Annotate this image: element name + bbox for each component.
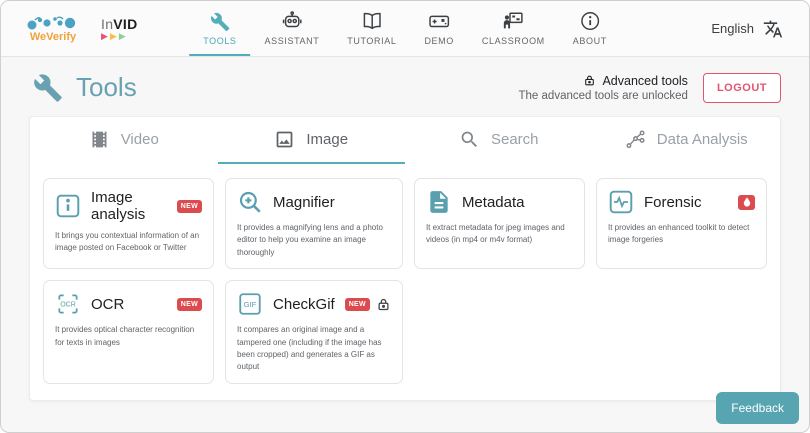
tool-card-checkgif[interactable]: GIF CheckGif NEW It compares an original… [225,280,403,384]
tool-card-title: OCR [91,295,125,313]
svg-text:OCR: OCR [60,302,76,309]
tab-video[interactable]: Video [30,117,218,164]
info-circle-icon [579,10,601,32]
svg-text:GIF: GIF [244,300,257,309]
weverify-logo: WeVerify [27,15,79,43]
tab-label: Search [490,131,539,148]
book-icon [361,10,383,32]
nav-label: ABOUT [572,35,607,46]
tool-card-metadata[interactable]: Metadata It extract metadata for jpeg im… [413,178,585,270]
tool-card-title: CheckGif [273,295,335,313]
tool-card-image-analysis[interactable]: Image analysis NEW It brings you context… [43,178,215,270]
advanced-tools-status: Advanced tools The advanced tools are un… [519,74,688,102]
logo-group: WeVerify InVID ▶ ▶ ▶ [27,15,138,43]
tools-panel: Video Image Search Data Analysis Image a… [29,116,781,401]
tool-card-title: Image analysis [91,189,146,223]
wrench-icon [210,10,230,32]
tool-card-forensic[interactable]: Forensic It provides an enhanced toolkit… [595,178,767,270]
nav-item-assistant[interactable]: ASSISTANT [251,1,334,56]
tool-card-title: Magnifier [273,193,335,211]
top-header: WeVerify InVID ▶ ▶ ▶ TOOLS ASSISTANT TUT… [1,1,809,57]
tab-search[interactable]: Search [405,117,593,164]
lock-icon [583,74,596,87]
tool-card-description: It provides an enhanced toolkit to detec… [607,223,750,245]
language-label: English [711,21,754,36]
nav-label: DEMO [424,35,454,46]
tab-label: Video [120,131,159,148]
tab-label: Image [306,131,349,148]
tool-card-description: It provides optical character recognitio… [55,325,195,347]
advanced-tools-label: Advanced tools [602,73,688,88]
invid-logo-in: In [101,15,114,32]
robot-icon [281,10,303,32]
tool-card-ocr[interactable]: OCR OCR NEW It provides optical characte… [43,280,215,384]
nav-label: CLASSROOM [481,35,545,46]
tool-card-description: It brings you contextual information of … [55,231,200,253]
weverify-logo-text: WeVerify [29,30,77,43]
new-badge: NEW [344,297,370,311]
tool-card-description: It provides a magnifying lens and a phot… [237,223,383,257]
tool-card-description: It compares an original image and a tamp… [237,325,382,372]
tab-label: Data Analysis [656,131,748,148]
nav-item-demo[interactable]: DEMO [410,1,467,56]
search-icon [459,129,480,150]
new-badge: NEW [176,199,203,213]
logout-button[interactable]: LOGOUT [702,72,781,103]
translate-icon [763,19,783,39]
nav-item-tutorial[interactable]: TUTORIAL [333,1,410,56]
language-selector[interactable]: English [711,19,783,39]
tool-card-title: Metadata [461,193,525,211]
ocr-scan-icon: OCR [55,291,81,317]
image-icon [274,129,295,150]
nav-item-about[interactable]: ABOUT [559,1,621,56]
nav-label: TOOLS [203,35,237,46]
feedback-button[interactable]: Feedback [716,392,799,424]
new-badge: NEW [176,297,203,311]
nav-label: TUTORIAL [347,35,397,46]
flame-badge-icon [738,194,755,210]
gamepad-icon [428,10,450,32]
main-nav: TOOLS ASSISTANT TUTORIAL DEMO CLASSROOM … [189,1,621,56]
invid-triangles-icon: ▶ ▶ ▶ [101,30,126,41]
tab-data-analysis[interactable]: Data Analysis [593,117,781,164]
weverify-dots-icon [27,16,76,29]
nav-label: ASSISTANT [264,35,320,46]
film-icon [89,129,110,150]
info-square-icon [55,193,81,219]
waveform-square-icon [608,189,634,215]
document-icon [426,189,452,215]
gif-icon: GIF [237,291,263,317]
scatter-graph-icon [625,129,646,150]
invid-logo: InVID ▶ ▶ ▶ [101,17,138,41]
nav-item-tools[interactable]: TOOLS [189,1,251,56]
nav-item-classroom[interactable]: CLASSROOM [468,1,559,56]
app-window: WeVerify InVID ▶ ▶ ▶ TOOLS ASSISTANT TUT… [0,0,810,433]
wrench-icon [33,73,63,103]
lock-icon [376,297,391,312]
tool-cards-grid: Image analysis NEW It brings you context… [30,164,780,400]
page-title: Tools [76,72,137,102]
advanced-tools-status-text: The advanced tools are unlocked [518,89,688,102]
tab-image[interactable]: Image [217,117,405,164]
page-title-wrap: Tools [33,72,137,103]
presenter-icon [502,10,524,32]
tool-card-title: Forensic [643,193,702,211]
tool-card-description: It extract metadata for jpeg images and … [425,223,565,245]
zoom-in-icon [237,189,263,215]
invid-logo-vid: VID [113,15,138,32]
category-tabs: Video Image Search Data Analysis [30,117,780,164]
tool-card-magnifier[interactable]: Magnifier It provides a magnifying lens … [225,178,403,270]
page-heading-row: Tools Advanced tools The advanced tools … [1,57,809,116]
